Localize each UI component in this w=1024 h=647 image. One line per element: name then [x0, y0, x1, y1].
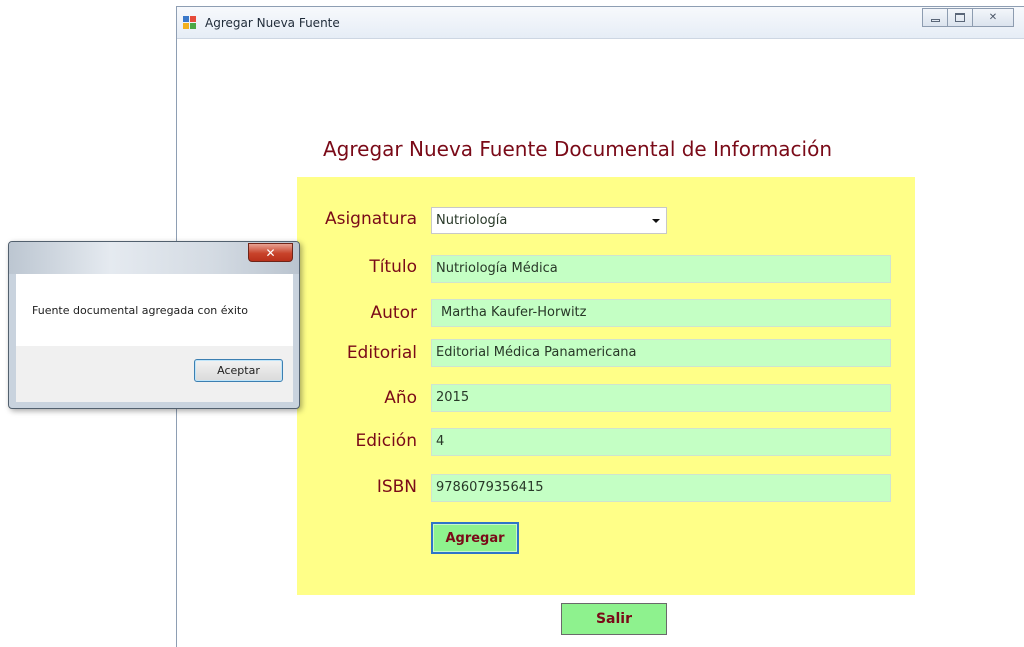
close-icon: ✕ — [265, 245, 276, 260]
label-autor: Autor — [370, 303, 417, 323]
titulo-input[interactable]: Nutriología Médica — [431, 255, 891, 283]
salir-button[interactable]: Salir — [561, 603, 667, 635]
label-asignatura: Asignatura — [324, 209, 417, 229]
label-editorial: Editorial — [346, 343, 417, 363]
label-titulo: Título — [369, 257, 417, 277]
message-box: ✕ Fuente documental agregada con éxito A… — [8, 241, 300, 409]
minimize-icon — [930, 18, 940, 22]
title-bar[interactable]: Agregar Nueva Fuente ✕ — [177, 7, 1024, 39]
edicion-input[interactable]: 4 — [431, 428, 891, 456]
label-isbn: ISBN — [376, 477, 417, 497]
app-icon — [183, 16, 197, 30]
close-icon: ✕ — [988, 12, 998, 23]
form-heading: Agregar Nueva Fuente Documental de Infor… — [323, 137, 833, 161]
minimize-button[interactable] — [922, 8, 948, 27]
label-anio: Año — [384, 388, 417, 408]
asignatura-value: Nutriología — [436, 213, 508, 228]
editorial-input[interactable]: Editorial Médica Panamericana — [431, 339, 891, 367]
message-box-close-button[interactable]: ✕ — [248, 243, 293, 262]
window-title: Agregar Nueva Fuente — [205, 16, 340, 30]
message-box-footer: Aceptar — [16, 346, 293, 402]
autor-input[interactable]: Martha Kaufer-Horwitz — [431, 299, 891, 327]
chevron-down-icon[interactable] — [652, 219, 660, 223]
maximize-icon — [955, 13, 965, 22]
message-text: Fuente documental agregada con éxito — [32, 304, 248, 317]
isbn-input[interactable]: 9786079356415 — [431, 474, 891, 502]
label-edicion: Edición — [355, 431, 417, 451]
anio-input[interactable]: 2015 — [431, 384, 891, 412]
form-panel: Asignatura Nutriología Título Nutriologí… — [297, 177, 915, 595]
main-window: Agregar Nueva Fuente ✕ Agregar Nueva Fue… — [176, 6, 1024, 647]
asignatura-combobox[interactable]: Nutriología — [431, 207, 667, 234]
maximize-button[interactable] — [947, 8, 973, 27]
window-controls: ✕ — [922, 8, 1014, 28]
agregar-button[interactable]: Agregar — [431, 522, 519, 554]
message-box-body: Fuente documental agregada con éxito — [16, 274, 293, 346]
aceptar-button[interactable]: Aceptar — [194, 359, 283, 382]
close-button[interactable]: ✕ — [972, 8, 1014, 27]
